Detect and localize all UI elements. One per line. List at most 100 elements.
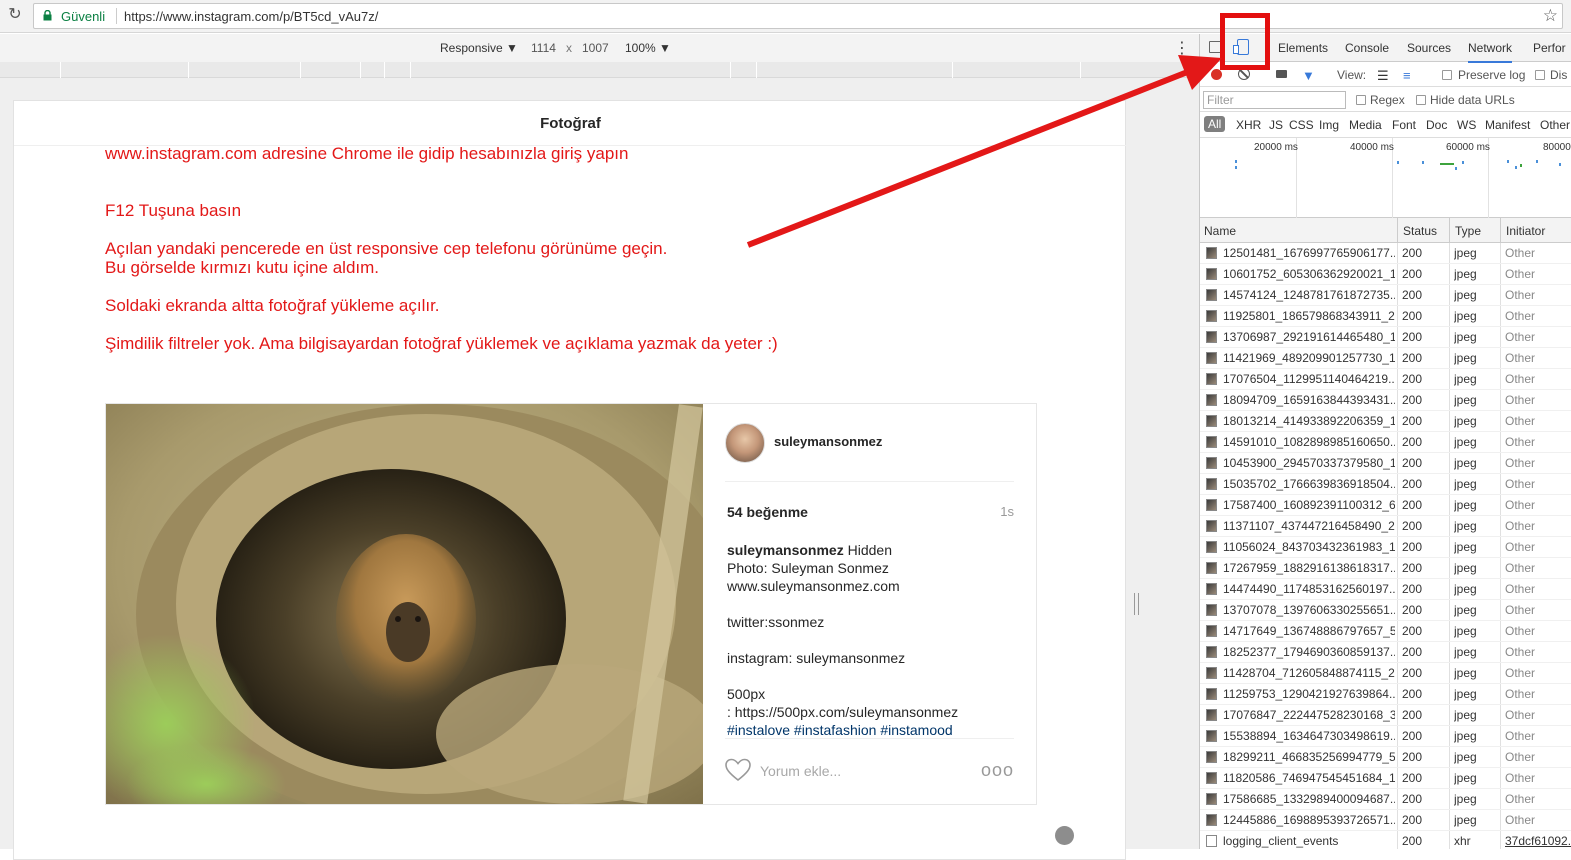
type-filter-xhr[interactable]: XHR xyxy=(1236,118,1261,132)
request-row[interactable]: 11371107_437447216458490_2... 200 jpeg Othe… xyxy=(1200,516,1571,537)
file-thumbnail-icon xyxy=(1206,625,1217,637)
file-thumbnail-icon xyxy=(1206,499,1217,511)
request-row[interactable]: logging_client_events 200 xhr 37dcf61092... xyxy=(1200,831,1571,849)
request-row[interactable]: 17076847_222447528230168_3... 200 jpeg Othe… xyxy=(1200,705,1571,726)
resize-handle[interactable] xyxy=(1134,593,1139,615)
preserve-log-checkbox[interactable] xyxy=(1442,70,1452,80)
hide-data-urls-checkbox[interactable] xyxy=(1416,95,1426,105)
inspect-element-icon[interactable] xyxy=(1209,41,1222,53)
filter-icon[interactable]: ▼ xyxy=(1302,68,1315,83)
request-row[interactable]: 10601752_605306362920021_1... 200 jpeg Othe… xyxy=(1200,264,1571,285)
request-row[interactable]: 11421969_489209901257730_1... 200 jpeg Othe… xyxy=(1200,348,1571,369)
type-filter-manifest[interactable]: Manifest xyxy=(1485,118,1530,132)
type-filter-all[interactable]: All xyxy=(1204,116,1226,132)
tab-performance[interactable]: Perfor xyxy=(1533,41,1566,55)
request-type: jpeg xyxy=(1454,351,1477,365)
request-row[interactable]: 12445886_1698895393726571... 200 jpeg Other xyxy=(1200,810,1571,831)
large-rows-icon[interactable]: ☰ xyxy=(1377,68,1389,84)
request-row[interactable]: 17076504_1129951140464219... 200 jpeg Other xyxy=(1200,369,1571,390)
type-filter-other[interactable]: Other xyxy=(1540,118,1570,132)
column-status[interactable]: Status xyxy=(1403,224,1437,238)
post-username[interactable]: suleymansonmez xyxy=(774,434,882,449)
request-row[interactable]: 13707078_1397606330255651... 200 jpeg Other xyxy=(1200,600,1571,621)
request-initiator: Other xyxy=(1505,330,1536,344)
filter-input[interactable] xyxy=(1203,91,1346,109)
bookmark-star-icon[interactable]: ☆ xyxy=(1543,6,1558,26)
request-row[interactable]: 10453900_294570337379580_1... 200 jpeg Othe… xyxy=(1200,453,1571,474)
url-text[interactable]: https://www.instagram.com/p/BT5cd_vAu7z/ xyxy=(124,9,378,24)
request-initiator: Other xyxy=(1505,792,1536,806)
avatar[interactable] xyxy=(725,423,765,463)
caption-hashtags[interactable]: #instalove #instafashion #instamood xyxy=(727,722,953,738)
request-row[interactable]: 11820586_746947545451684_1... 200 jpeg Othe… xyxy=(1200,768,1571,789)
timeline-label: 40000 ms xyxy=(1350,142,1394,153)
type-filter-ws[interactable]: WS xyxy=(1457,118,1476,132)
file-thumbnail-icon xyxy=(1206,394,1217,406)
zoom-select[interactable]: 100% ▼ xyxy=(625,41,671,55)
request-status: 200 xyxy=(1402,351,1423,365)
device-height-input[interactable] xyxy=(580,39,614,56)
type-filter-doc[interactable]: Doc xyxy=(1426,118,1447,132)
request-row[interactable]: 11428704_712605848874115_2... 200 jpeg Othe… xyxy=(1200,663,1571,684)
post-photo[interactable] xyxy=(106,404,703,804)
type-filter-font[interactable]: Font xyxy=(1392,118,1416,132)
device-toolbar-toggle-icon[interactable] xyxy=(1233,39,1249,55)
request-row[interactable]: 11056024_843703432361983_1... 200 jpeg Othe… xyxy=(1200,537,1571,558)
type-filter-js[interactable]: JS xyxy=(1269,118,1283,132)
type-filter-img[interactable]: Img xyxy=(1319,118,1339,132)
request-row[interactable]: 17587400_160892391100312_6... 200 jpeg Othe… xyxy=(1200,495,1571,516)
waterfall-icon[interactable]: ≡ xyxy=(1403,68,1411,83)
request-initiator: Other xyxy=(1505,603,1536,617)
address-bar[interactable]: Güvenli https://www.instagram.com/p/BT5c… xyxy=(33,3,1563,29)
capture-screenshots-icon[interactable] xyxy=(1276,70,1287,78)
request-initiator[interactable]: 37dcf61092... xyxy=(1505,834,1571,848)
request-row[interactable]: 14591010_1082898985160650... 200 jpeg Other xyxy=(1200,432,1571,453)
column-type[interactable]: Type xyxy=(1455,224,1481,238)
type-filter-css[interactable]: CSS xyxy=(1289,118,1314,132)
request-row[interactable]: 15035702_1766639836918504... 200 jpeg Other xyxy=(1200,474,1571,495)
comment-input[interactable] xyxy=(760,762,960,780)
caption-username[interactable]: suleymansonmez xyxy=(727,542,844,558)
reload-icon[interactable]: ↻ xyxy=(6,6,24,24)
tab-network[interactable]: Network xyxy=(1468,41,1513,63)
regex-checkbox[interactable] xyxy=(1356,95,1366,105)
request-row[interactable]: 17267959_1882916138618317... 200 jpeg Other xyxy=(1200,558,1571,579)
file-thumbnail-icon xyxy=(1206,352,1217,364)
request-row[interactable]: 17586685_1332989400094687... 200 jpeg Other xyxy=(1200,789,1571,810)
request-row[interactable]: 15538894_1634647303498619... 200 jpeg Other xyxy=(1200,726,1571,747)
request-row[interactable]: 14717649_136748886797657_5... 200 jpeg Othe… xyxy=(1200,621,1571,642)
request-row[interactable]: 14474490_1174853162560197... 200 jpeg Other xyxy=(1200,579,1571,600)
request-row[interactable]: 18013214_414933892206359_1... 200 jpeg Othe… xyxy=(1200,411,1571,432)
request-name: 11820586_746947545451684_1... xyxy=(1223,771,1395,785)
device-select[interactable]: Responsive ▼ xyxy=(440,41,518,55)
tab-elements[interactable]: Elements xyxy=(1278,41,1328,55)
timeline-mark xyxy=(1422,161,1424,164)
likes-count[interactable]: 54 beğenme xyxy=(727,504,808,520)
request-row[interactable]: 18252377_1794690360859137... 200 jpeg Other xyxy=(1200,642,1571,663)
request-row[interactable]: 14574124_1248781761872735... 200 jpeg Other xyxy=(1200,285,1571,306)
more-options-icon[interactable]: ⋮ xyxy=(1174,38,1190,58)
request-row[interactable]: 18299211_466835256994779_5... 200 jpeg Othe… xyxy=(1200,747,1571,768)
record-icon[interactable] xyxy=(1211,69,1222,80)
column-initiator[interactable]: Initiator xyxy=(1506,224,1545,238)
hide-data-urls-label: Hide data URLs xyxy=(1430,93,1515,107)
more-options-icon[interactable]: ooo xyxy=(981,760,1014,781)
heart-icon[interactable] xyxy=(725,758,751,782)
tab-console[interactable]: Console xyxy=(1345,41,1389,55)
request-row[interactable]: 18094709_1659163844393431... 200 jpeg Other xyxy=(1200,390,1571,411)
post-time[interactable]: 1s xyxy=(1000,504,1014,519)
device-width-input[interactable] xyxy=(529,39,563,56)
type-filter-media[interactable]: Media xyxy=(1349,118,1382,132)
request-row[interactable]: 11925801_186579868343911_2... 200 jpeg Othe… xyxy=(1200,306,1571,327)
instagram-page: Fotoğraf www.instagram.com adresine Chro… xyxy=(13,100,1127,860)
network-overview-timeline[interactable]: 20000 ms 40000 ms 60000 ms 80000 xyxy=(1200,138,1571,218)
clear-icon[interactable] xyxy=(1238,68,1250,80)
request-row[interactable]: 12501481_1676997765906177... 200 jpeg Other xyxy=(1200,243,1571,264)
tab-sources[interactable]: Sources xyxy=(1407,41,1451,55)
disable-cache-checkbox[interactable] xyxy=(1535,70,1545,80)
request-status: 200 xyxy=(1402,372,1423,386)
request-name: 14591010_1082898985160650... xyxy=(1223,435,1395,449)
column-name[interactable]: Name xyxy=(1204,224,1236,238)
request-row[interactable]: 13706987_292191614465480_1... 200 jpeg Othe… xyxy=(1200,327,1571,348)
request-row[interactable]: 11259753_1290421927639864... 200 jpeg Other xyxy=(1200,684,1571,705)
